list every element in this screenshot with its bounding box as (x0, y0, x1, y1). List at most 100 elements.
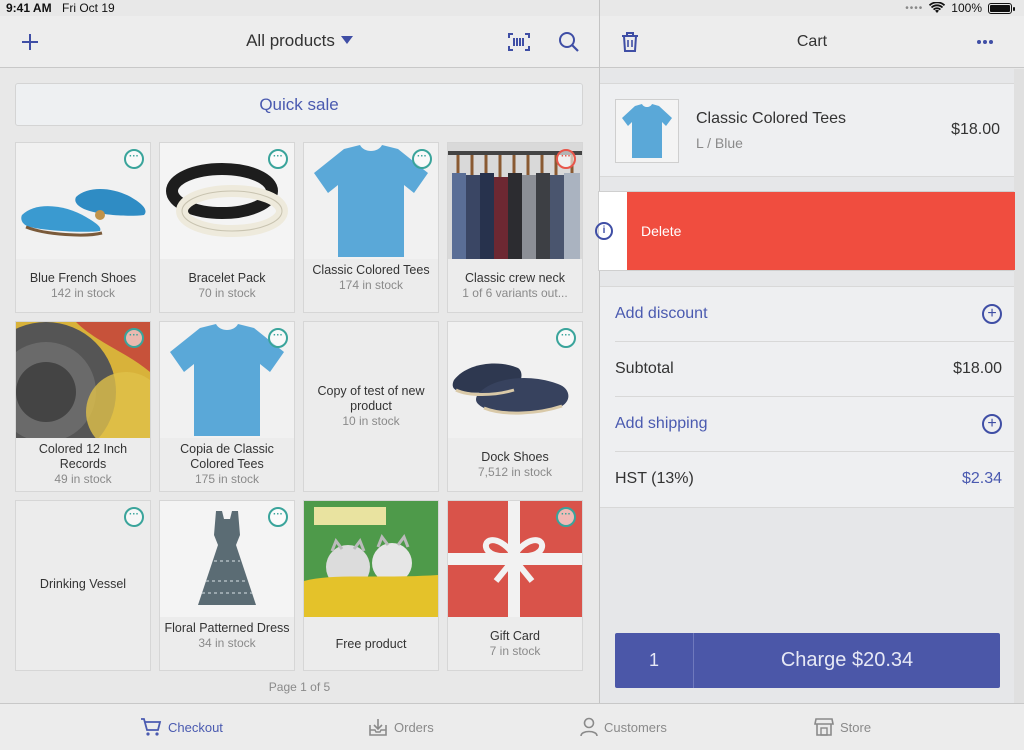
tax-row[interactable]: HST (13%) $2.34 (615, 452, 1014, 507)
signal-dots-icon: •••• (905, 2, 924, 14)
product-name: Bracelet Pack (188, 271, 266, 285)
more-icon[interactable]: ··· (268, 328, 288, 348)
tax-label: HST (13%) (615, 470, 694, 487)
more-icon[interactable]: ··· (412, 149, 432, 169)
tshirt-image (615, 99, 679, 163)
product-stock: 1 of 6 variants out... (462, 286, 568, 300)
subtotal-label: Subtotal (615, 360, 674, 377)
charge-button[interactable]: Charge $20.34 (694, 633, 1000, 688)
tab-customers[interactable]: Customers (580, 717, 667, 737)
product-tile-copia-classic-tees[interactable]: ··· Copia de Classic Colored Tees 175 in… (159, 321, 295, 492)
more-icon[interactable]: ··· (268, 149, 288, 169)
more-icon[interactable]: ··· (556, 149, 576, 169)
caret-down-icon (340, 36, 353, 44)
more-icon[interactable]: ··· (268, 507, 288, 527)
product-name: Colored 12 Inch Records (38, 442, 128, 471)
swiped-cart-row: i Delete (595, 191, 1015, 271)
product-name: Classic Colored Tees (312, 263, 430, 277)
status-right: •••• 100% (905, 1, 1015, 15)
product-name: Floral Patterned Dress (164, 621, 290, 635)
product-tile-classic-crew-neck[interactable]: ··· Classic crew neck 1 of 6 variants ou… (447, 142, 583, 313)
orders-icon (369, 719, 387, 736)
tab-orders[interactable]: Orders (368, 717, 434, 737)
status-time: 9:41 AM (6, 1, 52, 15)
add-discount-row[interactable]: Add discount + (615, 287, 1014, 342)
product-stock: 7,512 in stock (477, 465, 553, 479)
store-icon (814, 718, 834, 736)
product-tile-free-product[interactable]: Free product (303, 500, 439, 671)
product-name: Drinking Vessel (39, 577, 127, 591)
more-icon[interactable]: ··· (124, 507, 144, 527)
cart-icon (141, 718, 162, 736)
cart-title: Cart (796, 33, 828, 50)
quick-sale-button[interactable]: Quick sale (15, 83, 583, 126)
product-tile-bracelet-pack[interactable]: ··· Bracelet Pack 70 in stock (159, 142, 295, 313)
quantity-button[interactable]: 1 (615, 633, 694, 688)
wifi-icon (929, 2, 946, 13)
cart-item-name: Classic Colored Tees (696, 110, 846, 127)
product-tile-blue-french-shoes[interactable]: ··· Blue French Shoes 142 in stock (15, 142, 151, 313)
tab-label: Orders (394, 719, 434, 735)
tab-store[interactable]: Store (814, 717, 871, 737)
products-header: All products (0, 16, 599, 68)
plus-circle-icon[interactable]: + (982, 414, 1002, 434)
delete-button[interactable]: Delete (627, 192, 1015, 270)
product-stock: 70 in stock (198, 286, 256, 300)
product-tile-classic-colored-tees[interactable]: ··· Classic Colored Tees 174 in stock (303, 142, 439, 313)
cart-item-price: $18.00 (951, 121, 1000, 138)
cart-line-item[interactable]: Classic Colored Tees L / Blue $18.00 (600, 83, 1014, 177)
product-stock: 34 in stock (198, 636, 256, 650)
product-stock: 49 in stock (54, 472, 112, 486)
product-tile-colored-records[interactable]: ··· Colored 12 Inch Records 49 in stock (15, 321, 151, 492)
product-name: Copia de Classic Colored Tees (180, 442, 274, 471)
products-filter-label: All products (246, 31, 335, 50)
tab-checkout[interactable]: Checkout (140, 717, 223, 737)
charge-bar: 1 Charge $20.34 (615, 633, 1000, 688)
product-name: Blue French Shoes (29, 271, 137, 285)
tab-label: Checkout (168, 719, 223, 735)
subtotal-row: Subtotal $18.00 (615, 342, 1014, 397)
product-stock: 142 in stock (50, 286, 116, 300)
info-icon[interactable]: i (595, 222, 613, 240)
status-bar: 9:41 AM Fri Oct 19 •••• 100% (0, 0, 1024, 16)
add-shipping-label: Add shipping (615, 415, 708, 432)
product-tile-copy-of-test[interactable]: Copy of test of new product 10 in stock (303, 321, 439, 492)
product-tile-dock-shoes[interactable]: ··· Dock Shoes 7,512 in stock (447, 321, 583, 492)
battery-percent: 100% (951, 1, 982, 15)
page-indicator: Page 1 of 5 (268, 680, 331, 694)
product-name: Copy of test of new product (317, 384, 425, 413)
barcode-scan-icon[interactable] (506, 30, 532, 54)
tab-label: Store (840, 719, 872, 735)
cats-book-image (304, 501, 438, 617)
more-icon[interactable]: ··· (124, 149, 144, 169)
cart-scrollbar[interactable] (1014, 69, 1024, 703)
more-icon[interactable] (972, 30, 998, 54)
add-discount-label: Add discount (615, 305, 708, 322)
product-stock: 174 in stock (338, 278, 404, 292)
product-tile-gift-card[interactable]: ··· Gift Card 7 in stock (447, 500, 583, 671)
battery-icon (988, 2, 1015, 14)
status-date: Fri Oct 19 (62, 1, 115, 15)
subtotal-value: $18.00 (953, 360, 1002, 377)
product-stock: 10 in stock (342, 414, 400, 428)
product-tile-floral-dress[interactable]: ··· Floral Patterned Dress 34 in stock (159, 500, 295, 671)
plus-circle-icon[interactable]: + (982, 304, 1002, 324)
search-icon[interactable] (556, 30, 582, 54)
more-icon[interactable]: ··· (124, 328, 144, 348)
product-name: Classic crew neck (464, 271, 566, 285)
product-tile-drinking-vessel[interactable]: ··· Drinking Vessel (15, 500, 151, 671)
more-icon[interactable]: ··· (556, 507, 576, 527)
product-stock: 175 in stock (194, 472, 260, 486)
cart-header: Cart (600, 16, 1024, 68)
cart-item-variant: L / Blue (696, 135, 743, 151)
product-name: Gift Card (489, 629, 540, 643)
add-shipping-row[interactable]: Add shipping + (615, 397, 1014, 452)
tab-label: Customers (604, 719, 667, 735)
product-stock: 7 in stock (489, 644, 541, 658)
cart-panel: Classic Colored Tees L / Blue $18.00 i D… (595, 69, 1015, 703)
tax-value: $2.34 (961, 470, 1002, 487)
person-icon (580, 717, 598, 737)
product-name: Dock Shoes (481, 450, 549, 464)
more-icon[interactable]: ··· (556, 328, 576, 348)
tab-bar: Checkout Orders Customers Store (0, 703, 1024, 750)
